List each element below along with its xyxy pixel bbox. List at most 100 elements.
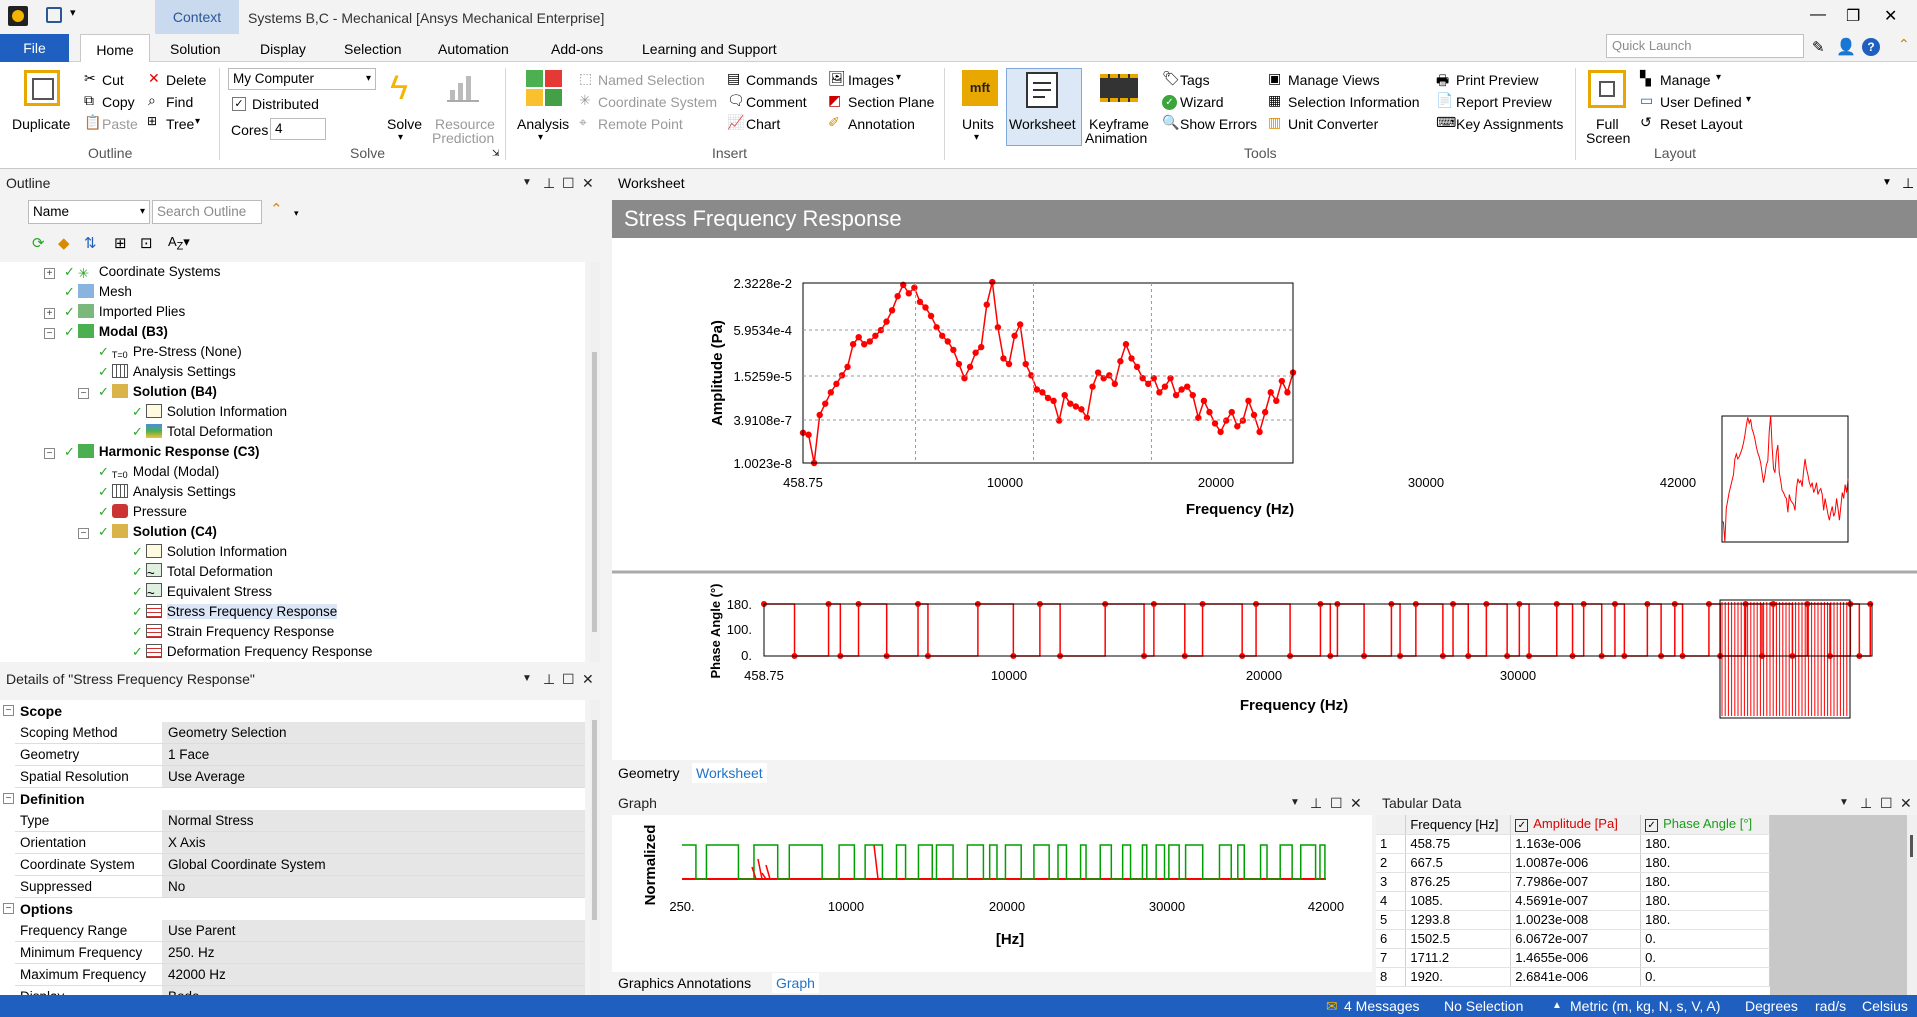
duplicate-button[interactable]: Duplicate (12, 116, 70, 132)
pin-icon[interactable]: ⊥ (1860, 792, 1872, 814)
wizard-button[interactable]: Wizard (1180, 94, 1224, 110)
tree-item-mesh[interactable]: ✓ Mesh (64, 282, 132, 302)
pin-icon[interactable]: ⊥ (1310, 792, 1322, 814)
print-preview-button[interactable]: Print Preview (1456, 72, 1538, 88)
table-row[interactable]: 8 1920. 2.6841e-006 0. (1376, 967, 1770, 987)
temperature-status[interactable]: Celsius (1862, 995, 1908, 1017)
tab-graph[interactable]: Graph (772, 973, 819, 993)
rate-status[interactable]: rad/s (1815, 995, 1846, 1017)
tree-item-solution-information-c4[interactable]: ✓ Solution Information (132, 542, 287, 562)
detail-row[interactable]: Scoping Method Geometry Selection (15, 722, 585, 744)
cores-input[interactable]: 4 (270, 118, 326, 140)
close-pane-icon[interactable]: ✕ (1900, 792, 1912, 814)
tree-item-solution-b4[interactable]: ✓ Solution (B4) (98, 382, 217, 402)
tag-filter-icon[interactable]: ◆ (58, 234, 70, 252)
collapse-icon[interactable]: − (78, 528, 89, 539)
copy-button[interactable]: Copy (102, 94, 135, 110)
analysis-button[interactable]: Analysis (517, 116, 569, 132)
detail-value[interactable]: Use Parent (162, 920, 585, 941)
analysis-dropdown-icon[interactable]: ▾ (538, 132, 543, 143)
tags-button[interactable]: Tags (1180, 72, 1210, 88)
chart-button[interactable]: Chart (746, 116, 780, 132)
tree-item-solution-information[interactable]: ✓ Solution Information (132, 402, 287, 422)
tab-home[interactable]: Home (80, 34, 150, 63)
maximize-icon[interactable]: ☐ (1880, 792, 1893, 814)
manage-button[interactable]: Manage (1660, 72, 1711, 88)
tab-geometry[interactable]: Geometry (618, 765, 679, 781)
close-pane-icon[interactable]: ✕ (1350, 792, 1362, 814)
expand-all-icon[interactable]: ⊞ (114, 234, 127, 252)
worksheet-button[interactable]: Worksheet (1009, 116, 1076, 132)
detail-row[interactable]: Type Normal Stress (15, 810, 585, 832)
detail-value[interactable]: Use Average (162, 766, 585, 787)
comment-button[interactable]: Comment (746, 94, 807, 110)
close-pane-icon[interactable]: ✕ (582, 668, 594, 690)
delete-button[interactable]: Delete (166, 72, 206, 88)
manage-dropdown-icon[interactable]: ▾ (1716, 72, 1721, 83)
table-row[interactable]: 7 1711.2 1.4655e-006 0. (1376, 948, 1770, 968)
commands-button[interactable]: Commands (746, 72, 818, 88)
distributed-checkbox[interactable]: ✓ (232, 97, 246, 111)
solver-computer-select[interactable]: My Computer ▾ (228, 68, 376, 90)
user-defined-dropdown-icon[interactable]: ▾ (1746, 94, 1751, 105)
user-defined-button[interactable]: User Defined (1660, 94, 1742, 110)
detail-row[interactable]: Orientation X Axis (15, 832, 585, 854)
tree-button[interactable]: Tree (166, 116, 194, 132)
tree-item-stress-frequency-response[interactable]: ✓ Stress Frequency Response (132, 602, 338, 622)
tree-item-harmonic-response-c3[interactable]: ✓ Harmonic Response (C3) (64, 442, 259, 462)
selection-information-button[interactable]: Selection Information (1288, 94, 1420, 110)
maximize-icon[interactable]: ☐ (562, 668, 575, 690)
collapse-icon[interactable]: − (44, 448, 55, 459)
tab-add-ons[interactable]: Add-ons (551, 34, 603, 62)
tab-worksheet[interactable]: Worksheet (692, 763, 767, 783)
duplicate-icon[interactable] (24, 70, 60, 106)
section-scope[interactable]: Scope (0, 700, 585, 722)
keyframe-animation-icon[interactable] (1100, 74, 1138, 102)
pane-menu-icon[interactable]: ▼ (1290, 792, 1300, 814)
pane-menu-icon[interactable]: ▼ (1839, 792, 1849, 814)
quick-access-dropdown-icon[interactable]: ▾ (70, 6, 76, 19)
analysis-icon[interactable] (526, 70, 562, 106)
outline-scrollbar[interactable] (590, 262, 600, 662)
tab-display[interactable]: Display (260, 34, 306, 62)
detail-row[interactable]: Geometry 1 Face (15, 744, 585, 766)
tree-item-pre-stress[interactable]: ✓ T=0 Pre-Stress (None) (98, 342, 242, 362)
sort-icon[interactable]: ⇅ (84, 234, 97, 252)
table-row[interactable]: 5 1293.8 1.0023e-008 180. (1376, 910, 1770, 930)
table-row[interactable]: 6 1502.5 6.0672e-007 0. (1376, 929, 1770, 949)
show-errors-button[interactable]: Show Errors (1180, 116, 1257, 132)
reset-layout-button[interactable]: Reset Layout (1660, 116, 1743, 132)
column-header-amplitude[interactable]: ✓ Amplitude [Pa] (1510, 815, 1642, 835)
search-options-dropdown-icon[interactable]: ▾ (294, 208, 299, 219)
expand-icon[interactable]: + (44, 308, 55, 319)
tree-item-total-deformation[interactable]: ✓ Total Deformation (132, 422, 273, 442)
tree-item-strain-frequency-response[interactable]: ✓ Strain Frequency Response (132, 622, 334, 642)
search-up-icon[interactable]: ⌃ (270, 200, 283, 218)
detail-row[interactable]: Minimum Frequency 250. Hz (15, 942, 585, 964)
tab-graphics-annotations[interactable]: Graphics Annotations (618, 975, 751, 991)
close-button[interactable]: ✕ (1884, 6, 1897, 26)
images-dropdown-icon[interactable]: ▾ (896, 72, 901, 83)
pane-menu-icon[interactable]: ▼ (522, 172, 532, 194)
tree-item-modal-b3[interactable]: ✓ Modal (B3) (64, 322, 168, 342)
tab-selection[interactable]: Selection (344, 34, 402, 62)
detail-value[interactable]: Global Coordinate System (162, 854, 585, 875)
section-plane-button[interactable]: Section Plane (848, 94, 934, 110)
full-screen-icon[interactable] (1588, 70, 1626, 108)
table-row[interactable]: 1 458.75 1.163e-006 180. (1376, 834, 1770, 854)
maximize-icon[interactable]: ☐ (1330, 792, 1343, 814)
collapse-icon[interactable]: − (78, 388, 89, 399)
quick-launch-input[interactable]: Quick Launch (1606, 34, 1804, 58)
detail-value[interactable]: Normal Stress (162, 810, 585, 831)
tree-dropdown-icon[interactable]: ▾ (195, 116, 200, 127)
collapse-icon[interactable]: − (44, 328, 55, 339)
collapse-ribbon-icon[interactable]: ⌃ (1898, 36, 1910, 53)
units-button[interactable]: Units (962, 116, 994, 132)
sort-alpha-icon[interactable]: AZ▾ (168, 234, 190, 253)
section-options[interactable]: Options (0, 898, 585, 920)
detail-row[interactable]: Suppressed No (15, 876, 585, 898)
table-row[interactable]: 2 667.5 1.0087e-006 180. (1376, 853, 1770, 873)
detail-row[interactable]: Spatial Resolution Use Average (15, 766, 585, 788)
pin-icon[interactable]: ⊥ (543, 668, 555, 690)
feedback-icon[interactable]: ✎ (1812, 38, 1825, 56)
